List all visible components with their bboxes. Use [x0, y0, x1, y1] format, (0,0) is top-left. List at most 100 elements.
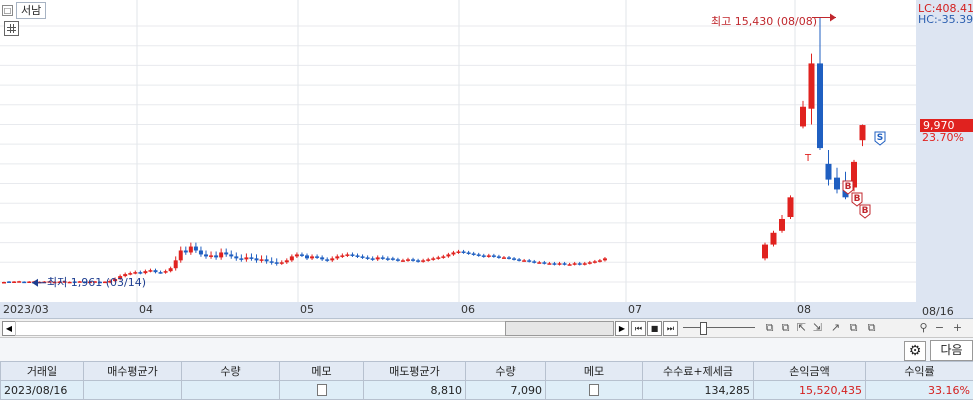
candle-body: [284, 260, 289, 263]
candle-body: [582, 263, 587, 265]
candle-body: [330, 258, 335, 261]
zoom-in-icon[interactable]: +: [951, 322, 964, 334]
table-header-row: 거래일 매수평균가 수량 메모 매도평균가 수량 메모 수수료+제세금 손익금액…: [0, 361, 973, 381]
candle-body: [22, 281, 27, 284]
candle-body: [532, 261, 537, 263]
candle-body: [325, 259, 330, 261]
candle-body: [214, 255, 219, 258]
window-icon[interactable]: ⧉: [779, 322, 792, 334]
col-header[interactable]: 거래일: [0, 361, 84, 381]
candle-body: [770, 232, 777, 245]
col-header[interactable]: 손익금액: [753, 361, 866, 381]
candle-body: [279, 262, 284, 264]
stock-name: 서남: [16, 1, 47, 19]
candle-body: [542, 262, 547, 264]
candle-body: [183, 250, 188, 253]
candle-body: [340, 255, 345, 257]
candlestick-chart[interactable]: 2,0003,0004,0005,0006,0007,0008,0009,000…: [0, 0, 973, 318]
candle-body: [557, 263, 562, 265]
candle-body: [507, 257, 511, 259]
zoom-slider-knob[interactable]: [700, 322, 707, 335]
stop-button[interactable]: ■: [647, 321, 662, 336]
candle-body: [224, 252, 229, 255]
grid-toolbar: [0, 338, 973, 361]
scroll-left-button[interactable]: ◀: [2, 321, 16, 336]
cell-sell-memo[interactable]: [545, 380, 643, 400]
candle-body: [859, 125, 866, 141]
candle-body: [808, 63, 815, 109]
candle-body: [153, 270, 158, 273]
memo-icon[interactable]: [316, 383, 327, 396]
candle-body: [173, 260, 178, 269]
candle-body: [451, 252, 456, 255]
next-button[interactable]: 다음: [930, 340, 973, 361]
candle-body: [486, 255, 491, 257]
col-header[interactable]: 수량: [465, 361, 546, 381]
col-header[interactable]: 메모: [279, 361, 364, 381]
candle-body: [239, 258, 244, 260]
trend-icon[interactable]: ↗: [829, 322, 842, 334]
candle-body: [395, 259, 400, 261]
candle-body: [476, 254, 481, 256]
price-chart-area[interactable]: 2,0003,0004,0005,0006,0007,0008,0009,000…: [0, 0, 973, 319]
candle-body: [365, 257, 370, 259]
candle-body: [602, 258, 607, 261]
layout-icon[interactable]: ⧉: [847, 322, 860, 334]
zoom-slider-track[interactable]: [683, 327, 755, 328]
col-header[interactable]: 수익률: [865, 361, 973, 381]
panel-icon[interactable]: ⧉: [865, 322, 878, 334]
first-button[interactable]: ⏮: [631, 321, 646, 336]
candle-body: [163, 271, 168, 273]
candle-body: [431, 258, 436, 260]
scroll-right-button[interactable]: ▶: [615, 321, 629, 336]
cell-buy-qty: [181, 380, 280, 400]
candle-body: [269, 261, 274, 263]
copy-icon[interactable]: ⧉: [763, 322, 776, 334]
cell-fee: 134,285: [642, 380, 754, 400]
high-annotation: 최고 15,430 (08/08): [711, 15, 818, 28]
hc-value: HC:-35.39: [918, 13, 973, 26]
candle-body: [17, 281, 22, 283]
gear-icon[interactable]: ⚙: [904, 341, 926, 361]
x-tick-label: 05: [300, 303, 314, 316]
candle-body: [592, 261, 597, 263]
shrink-icon[interactable]: ⇲: [811, 322, 824, 334]
candle-body: [375, 257, 380, 260]
candle-body: [254, 258, 259, 261]
scrollbar-thumb[interactable]: [505, 321, 614, 336]
x-tick-label: 08: [797, 303, 811, 316]
candle-body: [466, 252, 471, 254]
candle-body: [416, 260, 421, 262]
candle-body: [552, 263, 557, 265]
col-header[interactable]: 수수료+제세금: [642, 361, 754, 381]
col-header[interactable]: 메모: [545, 361, 643, 381]
memo-icon[interactable]: [589, 383, 599, 396]
candle-body: [320, 257, 325, 260]
candle-body: [421, 260, 426, 262]
search-icon[interactable]: ⚲: [917, 322, 930, 334]
stock-checkbox[interactable]: □: [2, 4, 13, 16]
trade-marker-label: B: [845, 182, 852, 192]
grid-table-icon[interactable]: [4, 21, 19, 36]
zoom-out-icon[interactable]: −: [933, 322, 946, 334]
last-button[interactable]: ⏭: [663, 321, 678, 336]
candle-body: [562, 263, 567, 265]
candle-body: [193, 246, 198, 251]
candle-body: [380, 257, 385, 259]
candle-body: [547, 263, 552, 265]
table-row[interactable]: 2023/08/16 8,810 7,090 134,285 15,520,43…: [0, 380, 973, 400]
candle-body: [234, 256, 239, 259]
candle-body: [762, 244, 768, 259]
col-header[interactable]: 수량: [181, 361, 280, 381]
col-header[interactable]: 매수평균가: [83, 361, 182, 381]
expand-icon[interactable]: ⇱: [795, 322, 808, 334]
candle-body: [512, 258, 517, 260]
col-header[interactable]: 매도평균가: [363, 361, 466, 381]
candle-body: [537, 262, 542, 264]
candle-body: [188, 246, 193, 253]
candle-body: [350, 254, 355, 256]
candle-body: [496, 256, 501, 258]
candle-body: [572, 263, 577, 265]
candle-body: [335, 256, 340, 259]
cell-buy-memo[interactable]: [279, 380, 364, 400]
